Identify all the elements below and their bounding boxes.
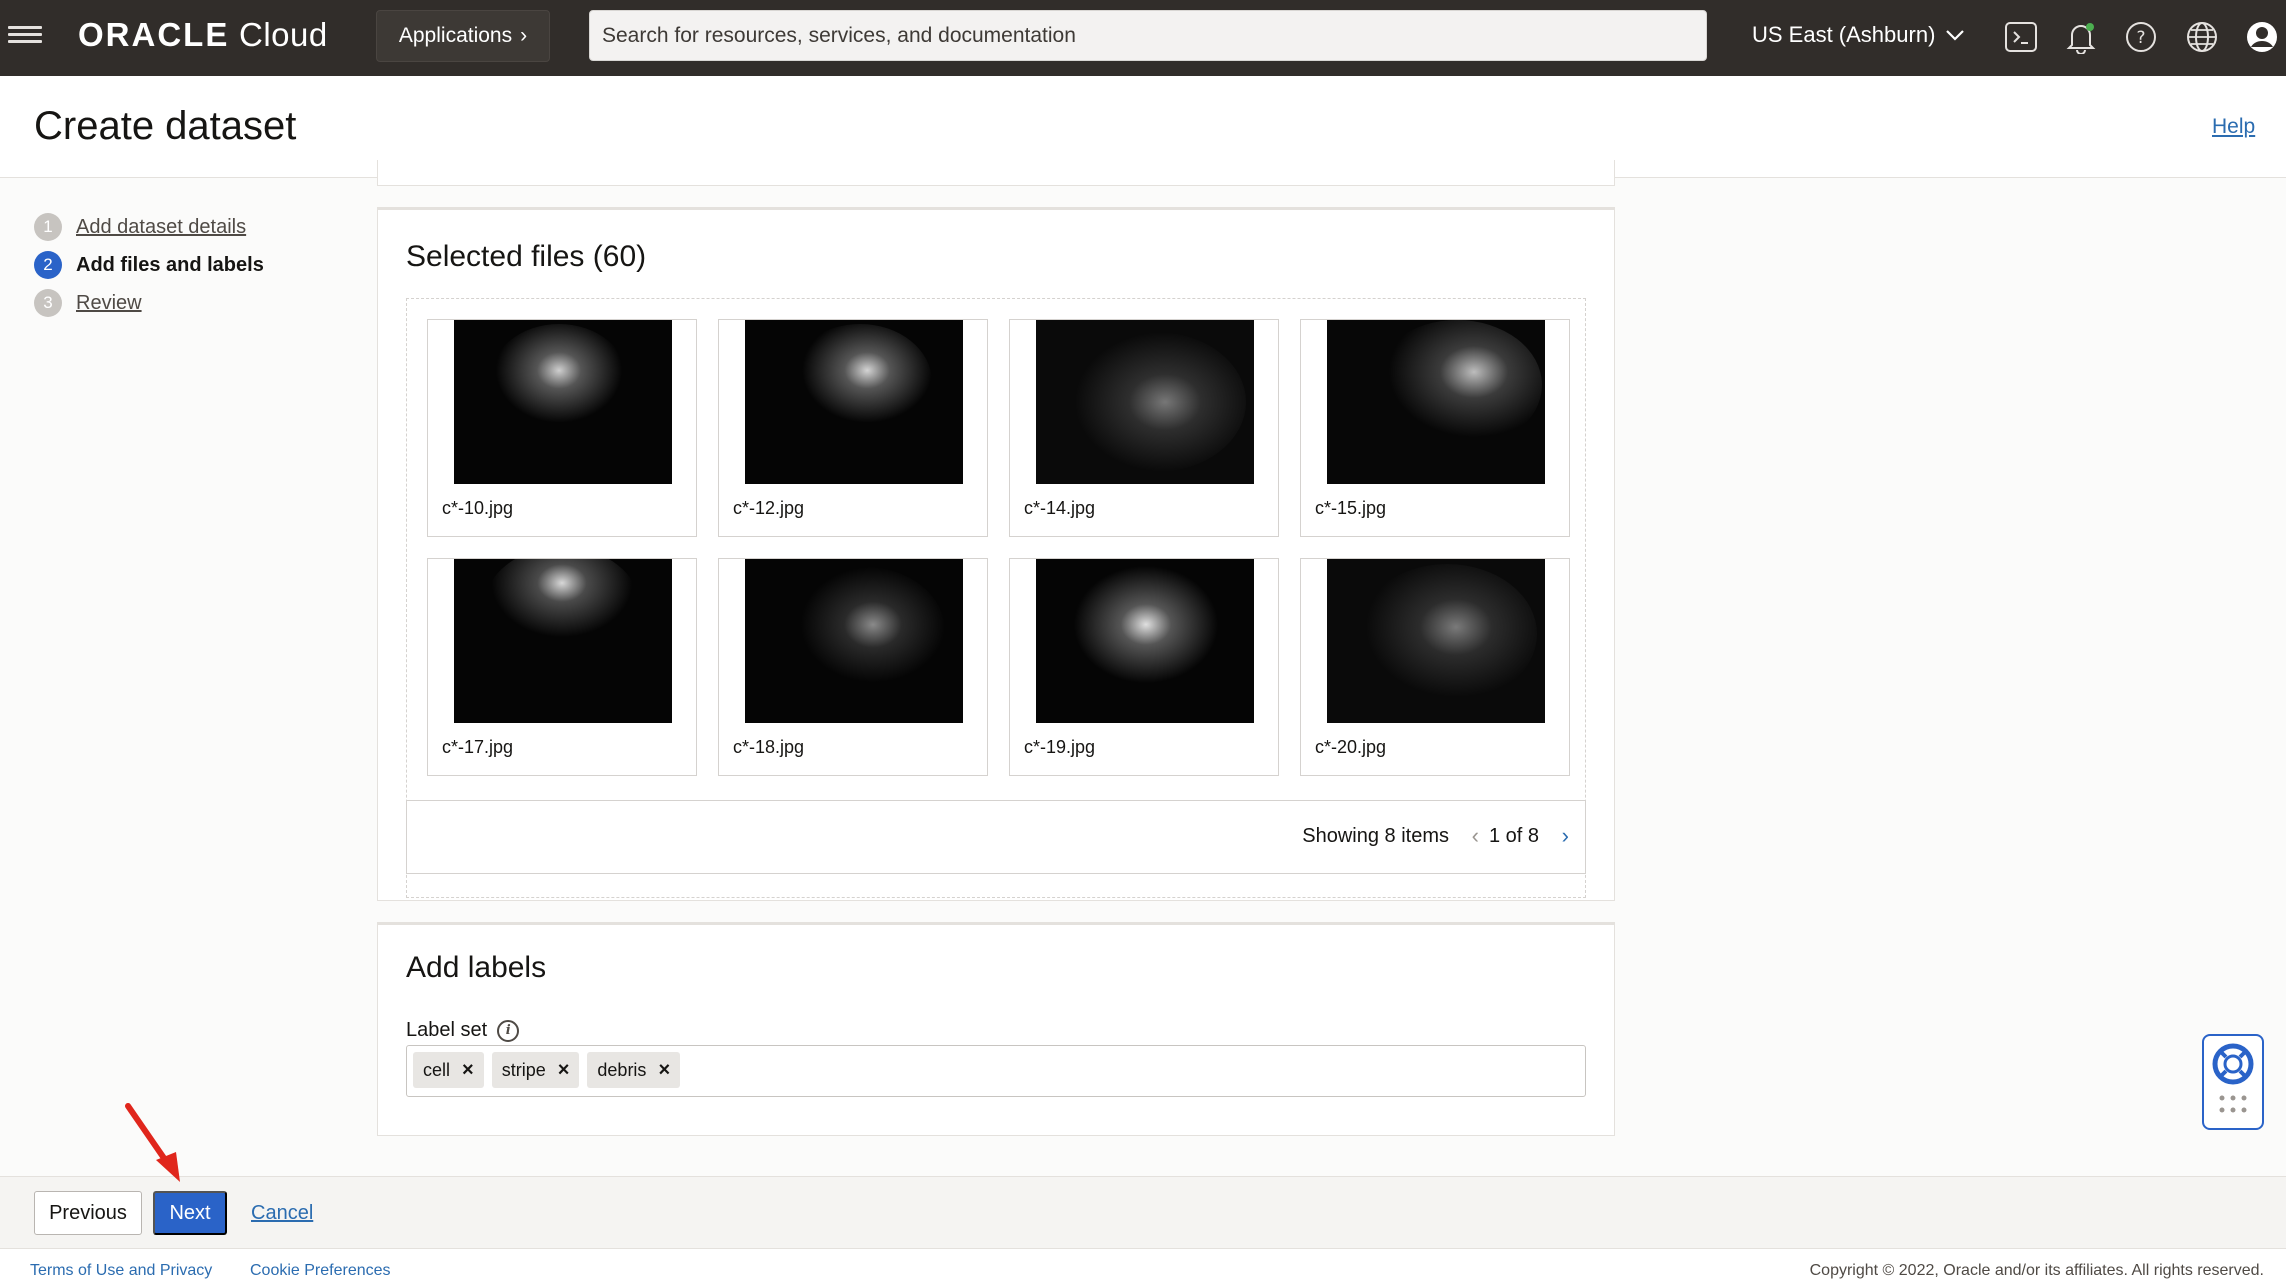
region-label: US East (Ashburn) xyxy=(1752,22,1936,47)
page-title: Create dataset xyxy=(34,104,297,148)
label-chip: stripe × xyxy=(491,1052,580,1088)
svg-text:?: ? xyxy=(2136,28,2145,48)
step-review[interactable]: 3 Review xyxy=(34,284,264,322)
oracle-cloud-logo[interactable]: ORACLE Cloud xyxy=(78,16,328,54)
close-icon[interactable]: × xyxy=(462,1059,474,1082)
close-icon[interactable]: × xyxy=(558,1059,570,1082)
wizard-steps: 1 Add dataset details 2 Add files and la… xyxy=(34,208,264,322)
cookie-preferences-link[interactable]: Cookie Preferences xyxy=(250,1262,391,1280)
top-navigation-bar: ORACLE Cloud Applications › Search for r… xyxy=(0,0,2286,76)
file-thumbnail[interactable]: c*-18.jpg xyxy=(718,558,988,776)
file-thumbnail[interactable]: c*-15.jpg xyxy=(1300,319,1570,537)
step-number: 1 xyxy=(34,213,62,241)
search-input[interactable]: Search for resources, services, and docu… xyxy=(589,10,1707,61)
label-set-label: Label set xyxy=(406,1019,488,1041)
chevron-left-icon[interactable]: ‹ xyxy=(1472,823,1479,849)
file-preview-image xyxy=(454,320,672,484)
region-selector[interactable]: US East (Ashburn) xyxy=(1752,22,1965,48)
step-label: Review xyxy=(76,291,142,314)
user-icon[interactable] xyxy=(2244,19,2280,55)
file-thumbnail[interactable]: c*-14.jpg xyxy=(1009,319,1279,537)
help-icon[interactable]: ? xyxy=(2123,19,2159,55)
step-number: 2 xyxy=(34,251,62,279)
step-label: Add dataset details xyxy=(76,215,247,238)
pagination-bar: Showing 8 items ‹ 1 of 8 › xyxy=(406,800,1586,874)
chevron-down-icon xyxy=(1946,30,1965,41)
file-name: c*-20.jpg xyxy=(1315,737,1387,757)
lifebuoy-icon xyxy=(2212,1043,2254,1113)
file-name: c*-12.jpg xyxy=(733,498,805,518)
hamburger-menu-icon[interactable] xyxy=(8,22,42,50)
next-button[interactable]: Next xyxy=(153,1191,227,1235)
chip-label: cell xyxy=(423,1059,451,1080)
help-link[interactable]: Help xyxy=(2212,115,2255,139)
file-preview-image xyxy=(1036,559,1254,723)
file-name: c*-17.jpg xyxy=(442,737,514,757)
close-icon[interactable]: × xyxy=(658,1059,670,1082)
pagination-page: 1 of 8 xyxy=(1488,825,1539,847)
label-set-caption: Label set i xyxy=(406,1019,520,1042)
label-chip: cell × xyxy=(413,1052,484,1088)
copyright-text: Copyright © 2022, Oracle and/or its affi… xyxy=(1809,1262,2264,1279)
step-number: 3 xyxy=(34,289,62,317)
file-preview-image xyxy=(745,320,963,484)
file-thumbnail[interactable]: c*-10.jpg xyxy=(427,319,697,537)
pagination-summary: Showing 8 items xyxy=(1302,825,1449,847)
file-name: c*-18.jpg xyxy=(733,737,805,757)
previous-panel-edge xyxy=(377,160,1615,186)
file-thumbnail[interactable]: c*-20.jpg xyxy=(1300,558,1570,776)
cloud-shell-icon[interactable] xyxy=(2003,19,2039,55)
file-name: c*-14.jpg xyxy=(1024,498,1096,518)
selected-files-panel: Selected files (60) c*-10.jpg c*-12.jpg … xyxy=(377,207,1615,901)
file-preview-image xyxy=(454,559,672,723)
file-thumbnail[interactable]: c*-12.jpg xyxy=(718,319,988,537)
file-preview-image xyxy=(1327,320,1545,484)
file-preview-image xyxy=(1327,559,1545,723)
label-chip: debris × xyxy=(587,1052,681,1088)
file-thumbnail[interactable]: c*-19.jpg xyxy=(1009,558,1279,776)
step-label: Add files and labels xyxy=(76,253,264,276)
file-name: c*-10.jpg xyxy=(442,498,514,518)
bell-icon[interactable] xyxy=(2063,19,2099,55)
file-name: c*-19.jpg xyxy=(1024,737,1096,757)
add-labels-panel: Add labels Label set i cell × stripe × d… xyxy=(377,922,1615,1136)
file-name: c*-15.jpg xyxy=(1315,498,1387,518)
chip-label: debris xyxy=(597,1059,647,1080)
chip-label: stripe xyxy=(501,1059,546,1080)
selected-files-title: Selected files (60) xyxy=(406,240,647,273)
support-widget-button[interactable] xyxy=(2202,1034,2264,1130)
label-set-input[interactable]: cell × stripe × debris × xyxy=(406,1045,1586,1097)
chevron-right-icon[interactable]: › xyxy=(1562,823,1569,849)
file-preview-image xyxy=(745,559,963,723)
page-footer: Terms of Use and Privacy Cookie Preferen… xyxy=(0,1248,2286,1288)
wizard-action-bar: Previous Next Cancel xyxy=(0,1176,2286,1248)
file-preview-image xyxy=(1036,320,1254,484)
step-add-dataset-details[interactable]: 1 Add dataset details xyxy=(34,208,264,246)
globe-icon[interactable] xyxy=(2184,19,2220,55)
previous-button[interactable]: Previous xyxy=(34,1191,142,1235)
annotation-arrow-icon xyxy=(125,1103,180,1182)
applications-button[interactable]: Applications › xyxy=(376,10,550,62)
terms-link[interactable]: Terms of Use and Privacy xyxy=(30,1262,212,1280)
step-add-files-and-labels: 2 Add files and labels xyxy=(34,246,264,284)
file-thumbnail[interactable]: c*-17.jpg xyxy=(427,558,697,776)
chevron-right-icon: › xyxy=(520,24,528,47)
info-icon[interactable]: i xyxy=(497,1019,520,1042)
applications-label: Applications xyxy=(398,24,513,47)
cancel-link[interactable]: Cancel xyxy=(251,1202,313,1225)
add-labels-title: Add labels xyxy=(406,951,547,984)
